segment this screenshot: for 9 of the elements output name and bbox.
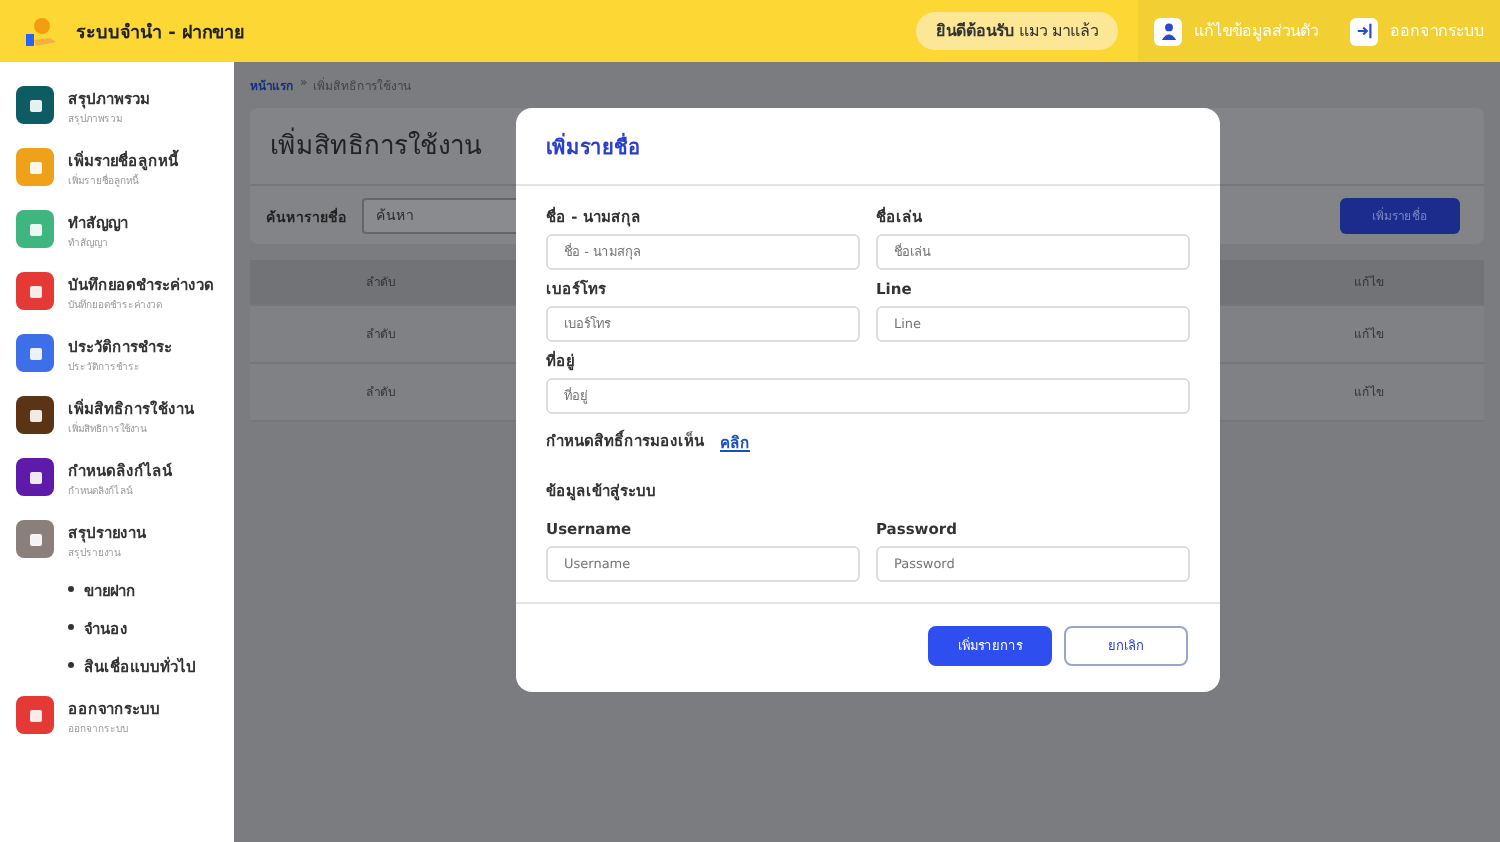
logo-icon xyxy=(20,15,60,47)
bullet-icon xyxy=(68,662,74,668)
bullet-icon xyxy=(68,624,74,630)
bullet-icon xyxy=(68,586,74,592)
dialog-title: เพิ่มรายชื่อ xyxy=(546,131,640,161)
welcome-badge: ยินดีต้อนรับ แมว มาแล้ว xyxy=(915,12,1118,50)
app-title: ระบบจำนำ - ฝากขาย xyxy=(76,20,245,45)
exit-icon xyxy=(1355,22,1373,40)
user-icon xyxy=(1159,22,1177,40)
